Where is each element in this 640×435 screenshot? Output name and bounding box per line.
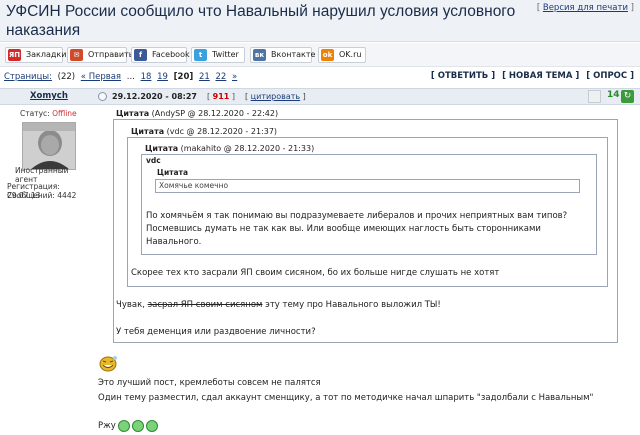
author-status: Статус: Offline — [20, 109, 77, 118]
twitter-button[interactable]: t Twitter — [191, 47, 245, 63]
facebook-button[interactable]: f Facebook — [131, 47, 190, 63]
post-body-line-2: Один тему разместил, сдал аккаунт сменщи… — [98, 393, 594, 403]
author-name[interactable]: Xomych — [30, 91, 68, 101]
quote-3-header: Цитата (makahito @ 28.12.2020 - 21:33) — [145, 144, 315, 153]
pager-row: Страницы: (22) « Первая ... 18 19 [20] 2… — [0, 68, 640, 88]
yap-icon: ЯП — [8, 49, 21, 61]
rate-down-button[interactable] — [588, 90, 601, 103]
post-date: 29.12.2020 - 08:27 — [112, 92, 197, 101]
reply-button[interactable]: [ ОТВЕТИТЬ ] — [431, 71, 495, 81]
pagination: Страницы: (22) « Первая ... 18 19 [20] 2… — [4, 72, 240, 82]
ok-icon: ok — [321, 49, 334, 61]
share-toolbar: ЯП Закладки ✉ Отправить f Facebook t Twi… — [0, 43, 640, 67]
smiley-icon — [118, 420, 130, 432]
quote-3-reply-line-2: Посмевшись думать не так как вы. Или воо… — [146, 224, 541, 234]
post-body-line-3: Ржу — [98, 421, 116, 431]
ok-button[interactable]: ok OK.ru — [318, 47, 366, 63]
send-icon: ✉ — [70, 49, 83, 61]
post-rating: 14 ↻ — [588, 90, 634, 104]
quote-3-box — [141, 154, 597, 255]
vk-icon: вк — [253, 49, 266, 61]
quote-1-header: Цитата (AndySP @ 28.12.2020 - 22:42) — [116, 109, 279, 118]
quote-3-reply-line-1: По хомячьём я так понимаю вы подразумева… — [146, 211, 568, 221]
post-number[interactable]: [ 911 ] — [207, 92, 235, 101]
avatar[interactable] — [22, 122, 76, 170]
rate-up-button[interactable]: ↻ — [621, 90, 634, 103]
print-version-link[interactable]: [ Версия для печати ] — [537, 3, 634, 13]
quote-4-header: Цитата — [157, 168, 189, 177]
pages-count: (22) — [57, 72, 76, 82]
topic-header: УФСИН России сообщило что Навальный нару… — [0, 0, 640, 42]
quote-4-box: Хомячье комечно — [155, 179, 580, 193]
quote-1-reply-line-2: У тебя деменция или раздвоение личности? — [116, 327, 316, 337]
author-messages: Сообщений: 4442 — [7, 191, 77, 200]
new-topic-button[interactable]: [ НОВАЯ ТЕМА ] — [502, 71, 579, 81]
post-status-icon — [98, 92, 107, 101]
page-link-21[interactable]: 21 — [199, 72, 210, 82]
first-page-link[interactable]: « Первая — [81, 72, 121, 82]
poll-button[interactable]: [ ОПРОС ] — [586, 71, 634, 81]
cite-link[interactable]: [ цитировать ] — [245, 92, 306, 101]
pages-label[interactable]: Страницы: — [4, 72, 52, 82]
page-link-19[interactable]: 19 — [157, 72, 168, 82]
smiley-icon — [132, 420, 144, 432]
quote-1-reply-line-1: Чувак, засрал ЯП своим сисяном эту тему … — [116, 300, 441, 310]
post-body-line-1: Это лучший пост, кремлеботы совсем не па… — [98, 378, 321, 388]
quote-2-reply: Скорее тех кто засрали ЯП своим сисяном,… — [131, 268, 500, 278]
vkontakte-button[interactable]: вк Вконтакте — [250, 47, 315, 63]
topic-title: УФСИН России сообщило что Навальный нару… — [6, 3, 516, 39]
quote-author-vdc: vdc — [146, 156, 161, 165]
topic-actions: [ ОТВЕТИТЬ ] [ НОВАЯ ТЕМА ] [ ОПРОС ] — [427, 71, 634, 81]
facebook-icon: f — [134, 49, 147, 61]
pager-ellipsis: ... — [126, 72, 135, 82]
current-page: [20] — [173, 72, 194, 82]
quote-2-header: Цитата (vdc @ 28.12.2020 - 21:37) — [131, 127, 278, 136]
bookmarks-button[interactable]: ЯП Закладки — [5, 47, 66, 63]
rating-value: 14 — [607, 90, 620, 100]
laughing-emoji-icon — [98, 353, 120, 373]
laughing-smileys — [118, 419, 163, 433]
page-link-22[interactable]: 22 — [215, 72, 226, 82]
post-header: Xomych 29.12.2020 - 08:27 [ 911 ] [ цити… — [0, 88, 640, 105]
last-page-link[interactable]: » — [232, 72, 237, 82]
send-button[interactable]: ✉ Отправить — [67, 47, 133, 63]
twitter-icon: t — [194, 49, 207, 61]
page-link-18[interactable]: 18 — [141, 72, 152, 82]
quote-3-reply-line-3: Навального. — [146, 237, 202, 247]
smiley-icon — [146, 420, 158, 432]
author-sidebar: Статус: Offline Иностранный агент Регист… — [0, 106, 92, 435]
